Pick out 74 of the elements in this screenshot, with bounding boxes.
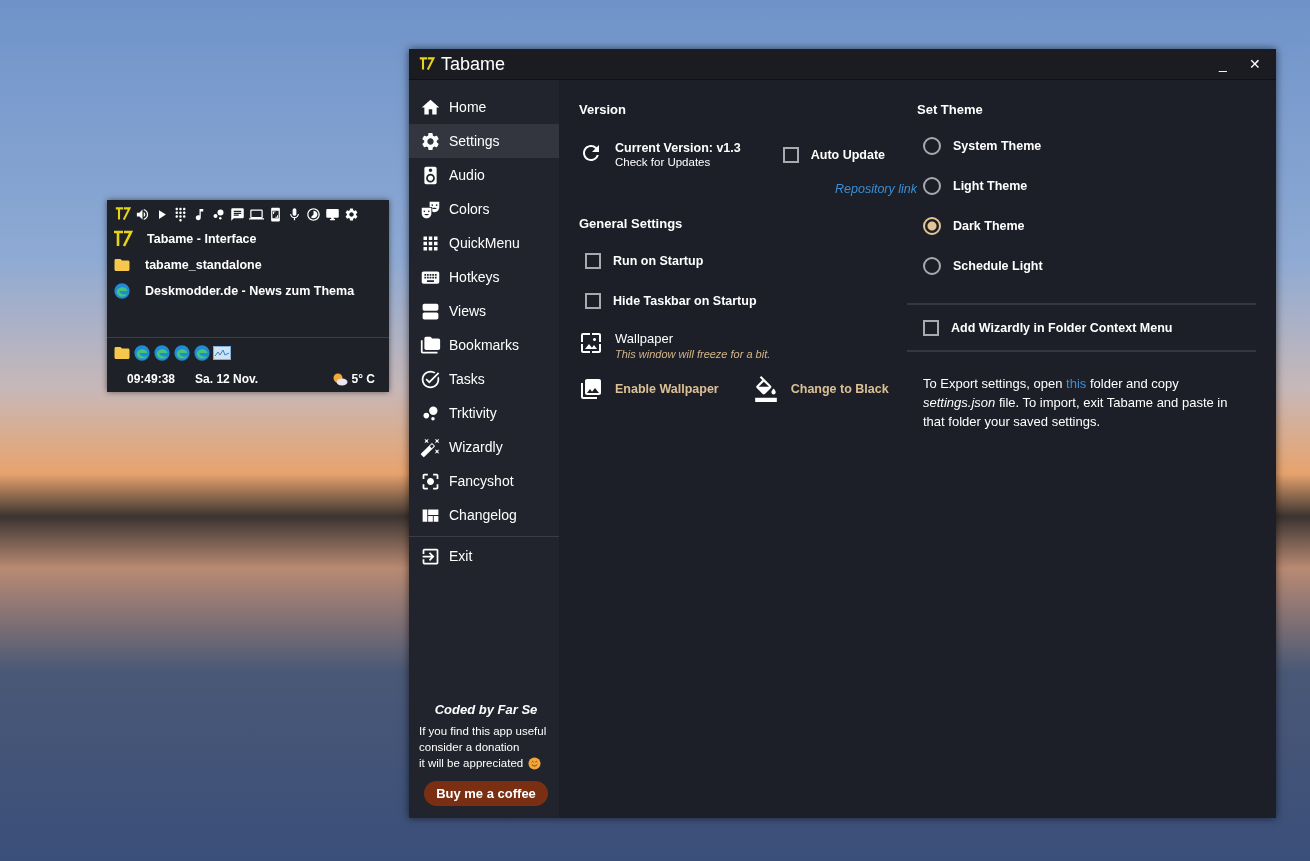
freeze-note: This window will freeze for a bit. [615, 348, 771, 360]
folders-icon [420, 334, 441, 356]
timer-icon[interactable] [306, 206, 321, 222]
donation-text: consider a donation [419, 740, 521, 755]
radio-option[interactable]: Schedule Light [917, 257, 1266, 275]
logo-icon [115, 206, 131, 222]
sun-cloud-icon [331, 372, 348, 386]
wallpaper-icon [579, 331, 603, 355]
close-button[interactable]: ✕ [1242, 52, 1268, 76]
exit-item[interactable]: Exit [409, 539, 559, 573]
sidebar-item[interactable]: Colors [409, 192, 559, 226]
sidebar-item[interactable]: Hotkeys [409, 260, 559, 294]
browser-icon[interactable] [113, 282, 131, 300]
keypad-icon[interactable] [173, 206, 188, 222]
window-title[interactable]: Deskmodder.de - News zum Thema [145, 284, 355, 298]
sidebar-item[interactable]: QuickMenu [409, 226, 559, 260]
smiley-icon [528, 756, 542, 770]
checkbox-option[interactable]: Auto Update [782, 147, 886, 163]
donate-button[interactable]: Buy me a coffee [424, 781, 548, 806]
checkbox-option[interactable]: Run on Startup [585, 253, 917, 269]
magic-wand-icon [420, 436, 441, 458]
sidebar-item[interactable]: Trktivity [409, 396, 559, 430]
repository-link[interactable]: Repository link [835, 182, 917, 196]
microphone-icon[interactable] [287, 206, 302, 222]
sidebar-item[interactable]: Settings [409, 124, 559, 158]
credit-text: Coded by Far Se [434, 702, 538, 717]
folder-icon[interactable] [113, 344, 131, 362]
logo-icon [419, 56, 435, 72]
browser-icon[interactable] [173, 344, 191, 362]
sidebar-item[interactable]: Home [409, 90, 559, 124]
sidebar-item[interactable]: Bookmarks [409, 328, 559, 362]
sidebar-item[interactable]: Audio [409, 158, 559, 192]
checkbox-option[interactable]: Add Wizardly in Folder Context Menu [923, 320, 1266, 336]
donation-text: If you find this app useful [419, 724, 548, 739]
enable-wallpaper-button[interactable]: Enable Wallpaper [579, 376, 719, 402]
window-title: Tabame [441, 53, 506, 75]
radio-option[interactable]: Light Theme [917, 177, 1266, 195]
paint-bucket-icon [752, 376, 779, 402]
message-icon[interactable] [230, 206, 245, 222]
folder-link[interactable]: this [1066, 376, 1087, 391]
gear-icon [420, 130, 441, 152]
speaker-icon[interactable] [135, 206, 150, 222]
check-updates-link[interactable]: Check for Updates [615, 156, 741, 168]
window-title[interactable]: tabame_standalone [145, 258, 262, 272]
folder-icon [113, 256, 131, 274]
date-text: Sa. 12 Nov. [195, 372, 259, 386]
minimize-button[interactable]: _ [1210, 52, 1236, 76]
screenshot-icon[interactable] [268, 206, 283, 222]
browser-icon[interactable] [193, 344, 211, 362]
section-heading: General Settings [579, 216, 684, 231]
radio-option[interactable]: System Theme [917, 137, 1266, 155]
donation-text: it will be appreciated [419, 756, 524, 771]
section-heading: Set Theme [917, 102, 984, 117]
sidebar-item[interactable]: Tasks [409, 362, 559, 396]
images-icon [579, 377, 603, 401]
sidebar-item[interactable]: Changelog [409, 498, 559, 532]
browser-icon[interactable] [153, 344, 171, 362]
export-instructions: To Export settings, open this folder and copy settings.json file. To import, exit Tabame and paste in that folder your saved settings. [923, 375, 1229, 431]
checkbox-option[interactable]: Hide Taskbar on Startup [585, 293, 917, 309]
clock-time: 09:49:38 [127, 372, 176, 386]
weather-text: 5° C [351, 372, 375, 386]
version-text: Current Version: v1.3 [615, 141, 741, 155]
settings-icon[interactable] [344, 206, 359, 222]
section-heading: Version [579, 102, 627, 117]
fill-wallpaper-button[interactable]: Change to Black [752, 376, 889, 402]
window-title[interactable]: Tabame - Interface [147, 232, 257, 246]
sidebar-item[interactable]: Wizardly [409, 430, 559, 464]
sidebar-item[interactable]: Fancyshot [409, 464, 559, 498]
monitor-icon[interactable] [325, 206, 340, 222]
radio-option[interactable]: Dark Theme [917, 217, 1266, 235]
browser-icon[interactable] [133, 344, 151, 362]
sidebar-item[interactable]: Views [409, 294, 559, 328]
wallpaper-label: Wallpaper [615, 331, 675, 346]
logo-icon [113, 229, 133, 249]
